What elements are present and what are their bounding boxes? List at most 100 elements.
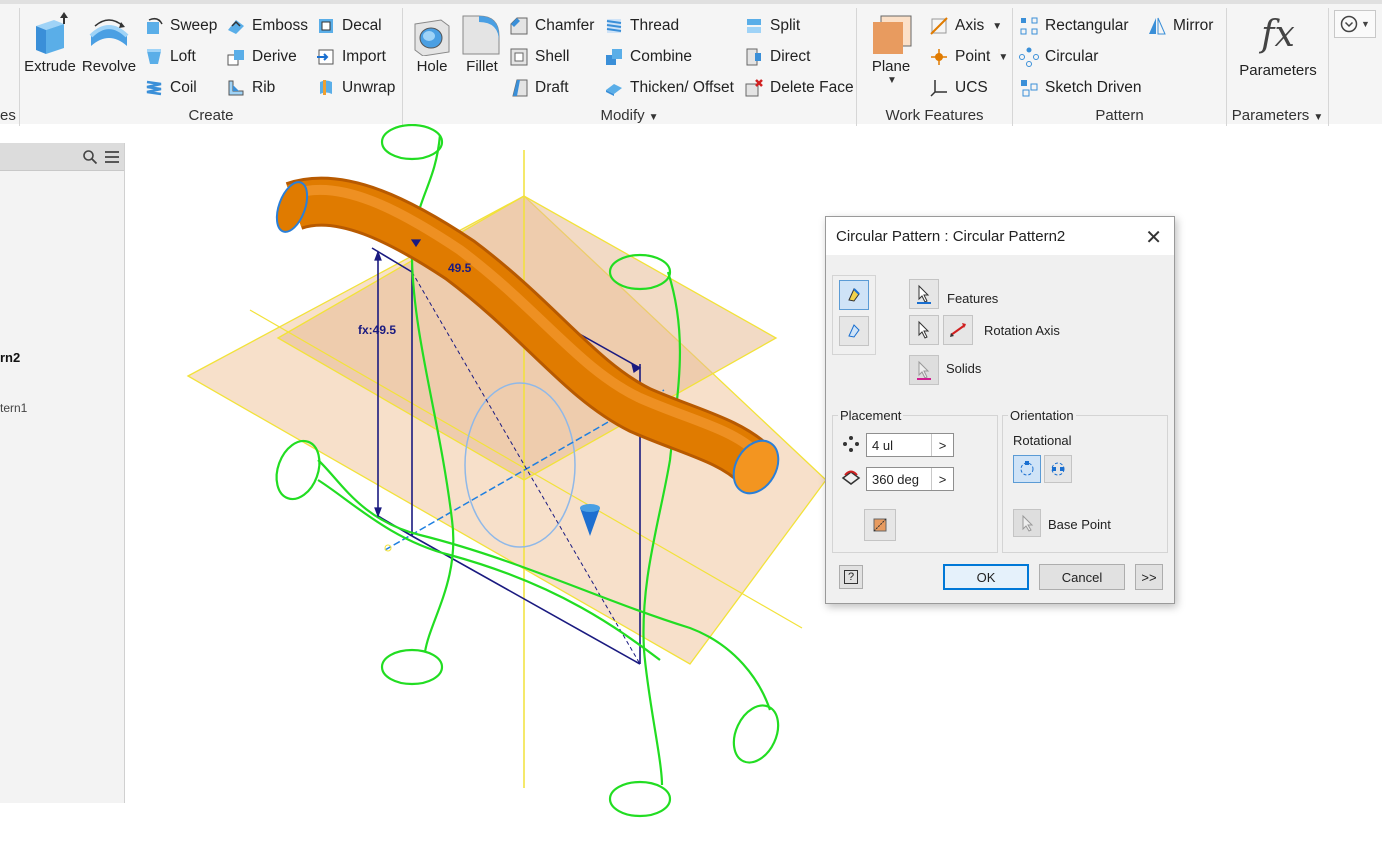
delete-face-button[interactable]: Delete Face bbox=[744, 77, 854, 99]
browser-item-circular-pattern2[interactable]: rn2 bbox=[0, 350, 20, 365]
rectangular-pattern-button[interactable]: Rectangular bbox=[1019, 15, 1129, 37]
dialog-title: Circular Pattern : Circular Pattern2 bbox=[836, 227, 1066, 245]
coil-icon bbox=[146, 80, 162, 96]
modify-panel-label[interactable]: Modify ▼ bbox=[403, 107, 856, 124]
flip-axis-button[interactable] bbox=[943, 315, 973, 345]
plane-dropdown-icon[interactable]: ▼ bbox=[865, 75, 919, 86]
placement-label: Placement bbox=[838, 408, 904, 423]
ribbon-overflow-dropdown[interactable]: ▼ bbox=[1334, 10, 1376, 38]
axis-button[interactable]: Axis ▼ bbox=[929, 15, 1002, 37]
thread-icon bbox=[606, 19, 622, 33]
chamfer-button[interactable]: Chamfer bbox=[509, 15, 594, 37]
more-options-button[interactable]: >> bbox=[1135, 564, 1163, 590]
sweep-label: Sweep bbox=[170, 17, 218, 34]
chamfer-label: Chamfer bbox=[535, 17, 595, 34]
unwrap-label: Unwrap bbox=[342, 79, 396, 96]
fixed-orientation-button[interactable] bbox=[1044, 455, 1072, 483]
hamburger-menu-icon[interactable] bbox=[104, 150, 120, 164]
panel-partial-label: es bbox=[0, 107, 16, 124]
solids-select-button[interactable] bbox=[909, 355, 939, 385]
pattern-solids-mode-button[interactable] bbox=[839, 316, 869, 346]
rib-label: Rib bbox=[252, 79, 276, 96]
midplane-button[interactable] bbox=[864, 509, 896, 541]
ucs-button[interactable]: UCS bbox=[929, 77, 988, 99]
rectangular-pattern-label: Rectangular bbox=[1045, 17, 1129, 34]
parameters-panel-label[interactable]: Parameters ▼ bbox=[1227, 107, 1328, 124]
sweep-button[interactable]: Sweep bbox=[144, 15, 217, 37]
ribbon: es Extrude Revolve Sweep Emboss Decal Lo… bbox=[0, 0, 1382, 126]
shell-button[interactable]: Shell bbox=[509, 46, 569, 68]
coil-label: Coil bbox=[170, 79, 197, 96]
unwrap-button[interactable]: Unwrap bbox=[316, 77, 395, 99]
loft-button[interactable]: Loft bbox=[144, 46, 196, 68]
dimension-label-fx[interactable]: fx:49.5 bbox=[358, 323, 396, 337]
circle-chevron-down-icon bbox=[1340, 15, 1358, 33]
derive-button[interactable]: Derive bbox=[226, 46, 297, 68]
parameters-button[interactable]: fx Parameters bbox=[1231, 12, 1325, 79]
rib-button[interactable]: Rib bbox=[226, 77, 275, 99]
combine-icon bbox=[606, 49, 622, 65]
sweep-icon bbox=[147, 17, 163, 34]
split-button[interactable]: Split bbox=[744, 15, 800, 37]
pattern-features-mode-button[interactable] bbox=[839, 280, 869, 310]
occurrence-angle-value: 360 deg bbox=[872, 471, 919, 487]
axis-dropdown-icon[interactable]: ▼ bbox=[992, 21, 1002, 32]
direct-button[interactable]: Direct bbox=[744, 46, 810, 68]
point-label: Point bbox=[955, 48, 991, 65]
base-point-label: Base Point bbox=[1048, 517, 1111, 532]
loft-label: Loft bbox=[170, 48, 196, 65]
axis-label: Axis bbox=[955, 17, 985, 34]
rib-icon bbox=[228, 80, 244, 96]
thread-button[interactable]: Thread bbox=[604, 15, 679, 37]
fillet-button[interactable]: Fillet bbox=[457, 12, 507, 75]
hole-button[interactable]: Hole bbox=[407, 12, 457, 75]
derive-label: Derive bbox=[252, 48, 297, 65]
chevron-right-icon[interactable]: > bbox=[931, 434, 953, 456]
extrude-label: Extrude bbox=[24, 58, 76, 75]
pattern-panel-label: Pattern bbox=[1095, 107, 1144, 124]
thicken-offset-label: Thicken/ Offset bbox=[630, 79, 734, 96]
draft-button[interactable]: Draft bbox=[509, 77, 569, 99]
thicken-offset-button[interactable]: Thicken/ Offset bbox=[604, 77, 734, 99]
arrow-cursor-icon bbox=[918, 320, 930, 339]
base-point-select-button[interactable] bbox=[1013, 509, 1041, 537]
occurrence-angle-icon bbox=[841, 470, 861, 485]
occurrence-count-field[interactable]: 4 ul > bbox=[866, 433, 954, 457]
decal-button[interactable]: Decal bbox=[316, 15, 382, 37]
mirror-button[interactable]: Mirror bbox=[1147, 15, 1213, 37]
import-button[interactable]: Import bbox=[316, 46, 386, 68]
rotational-orientation-button[interactable] bbox=[1013, 455, 1041, 483]
ok-button[interactable]: OK bbox=[943, 564, 1029, 590]
browser-item-circular-pattern1[interactable]: tern1 bbox=[0, 401, 27, 415]
cancel-button[interactable]: Cancel bbox=[1039, 564, 1125, 590]
dimension-label-linear[interactable]: 49.5 bbox=[448, 261, 472, 275]
occurrence-angle-field[interactable]: 360 deg > bbox=[866, 467, 954, 491]
sketch-driven-pattern-button[interactable]: Sketch Driven bbox=[1019, 77, 1141, 99]
search-icon[interactable] bbox=[82, 149, 98, 165]
work-features-panel-label: Work Features bbox=[885, 107, 984, 124]
point-dropdown-icon[interactable]: ▼ bbox=[998, 52, 1008, 63]
rotation-axis-select-button[interactable] bbox=[909, 315, 939, 345]
chevron-right-icon[interactable]: > bbox=[931, 468, 953, 490]
emboss-button[interactable]: Emboss bbox=[226, 15, 308, 37]
delete-face-icon bbox=[745, 79, 763, 97]
extrude-button[interactable]: Extrude bbox=[24, 12, 76, 75]
graphics-viewport[interactable]: 49.5 fx:49.5 bbox=[125, 124, 1382, 858]
import-icon bbox=[317, 49, 334, 65]
arrow-cursor-icon bbox=[917, 284, 931, 304]
combine-button[interactable]: Combine bbox=[604, 46, 692, 68]
flip-direction-icon bbox=[950, 323, 966, 337]
pattern-features-icon bbox=[848, 288, 860, 302]
sketch-driven-pattern-label: Sketch Driven bbox=[1045, 79, 1142, 96]
circular-pattern-dialog: Circular Pattern : Circular Pattern2 ✕ F… bbox=[825, 216, 1175, 604]
direct-label: Direct bbox=[770, 48, 811, 65]
circular-pattern-button[interactable]: Circular bbox=[1019, 46, 1098, 68]
revolve-button[interactable]: Revolve bbox=[80, 12, 138, 75]
features-select-button[interactable] bbox=[909, 279, 939, 309]
point-button[interactable]: Point ▼ bbox=[929, 46, 1008, 68]
plane-button[interactable]: Plane ▼ bbox=[863, 14, 919, 86]
close-icon[interactable]: ✕ bbox=[1145, 225, 1162, 250]
help-button[interactable]: ? bbox=[839, 565, 863, 589]
coil-button[interactable]: Coil bbox=[144, 77, 197, 99]
split-label: Split bbox=[770, 17, 801, 34]
